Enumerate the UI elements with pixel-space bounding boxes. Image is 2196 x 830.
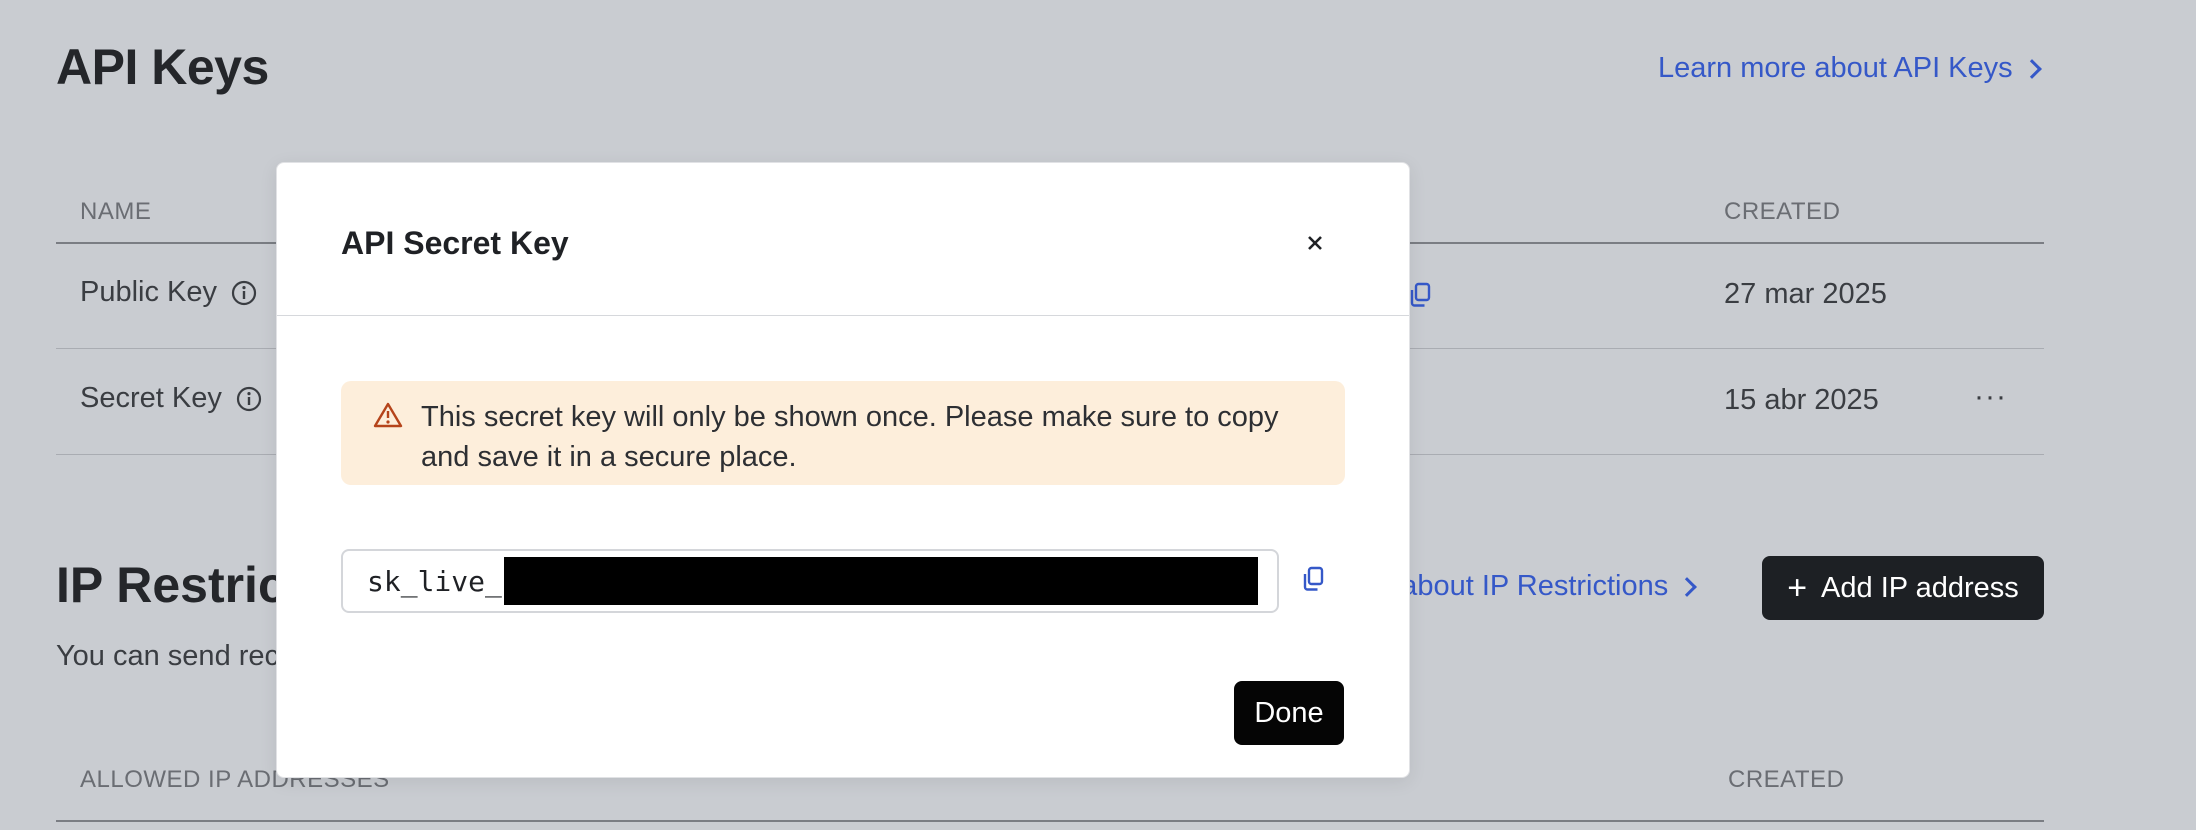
column-header-created: CREATED bbox=[1728, 766, 1845, 793]
page-background: API Keys Learn more about API Keys NAME … bbox=[0, 0, 2196, 830]
info-icon[interactable] bbox=[231, 280, 257, 306]
close-icon bbox=[1305, 233, 1325, 258]
add-ip-address-button[interactable]: + Add IP address bbox=[1762, 556, 2044, 620]
learn-more-api-keys-label: Learn more about API Keys bbox=[1658, 52, 2013, 84]
more-icon[interactable]: ··· bbox=[1974, 380, 2007, 414]
info-icon[interactable] bbox=[236, 386, 262, 412]
modal-header: API Secret Key bbox=[277, 163, 1409, 316]
chevron-right-icon bbox=[1677, 576, 1698, 597]
chevron-right-icon bbox=[2021, 58, 2042, 79]
learn-more-ip-label: e about IP Restrictions bbox=[1377, 570, 1669, 602]
modal-title: API Secret Key bbox=[341, 225, 569, 261]
redacted-key-value bbox=[503, 557, 1258, 605]
key-name: Public Key bbox=[80, 276, 218, 308]
close-button[interactable] bbox=[1295, 225, 1335, 265]
page-title: API Keys bbox=[56, 39, 269, 95]
secret-key-modal: API Secret Key This secret key will only… bbox=[276, 162, 1410, 778]
warning-text: This secret key will only be shown once.… bbox=[421, 401, 1279, 473]
created-date: 27 mar 2025 bbox=[1724, 278, 1887, 310]
add-ip-address-label: Add IP address bbox=[1821, 571, 2019, 604]
learn-more-api-keys-link[interactable]: Learn more about API Keys bbox=[1658, 52, 2042, 85]
ip-restrictions-title: IP Restric bbox=[56, 557, 286, 613]
secret-key-field[interactable]: sk_live_ bbox=[341, 549, 1279, 613]
warning-icon bbox=[373, 401, 403, 434]
copy-icon[interactable] bbox=[1301, 566, 1325, 597]
copy-icon[interactable] bbox=[1408, 282, 1432, 308]
column-header-created: CREATED bbox=[1724, 198, 1841, 225]
ip-restrictions-description: You can send rec bbox=[56, 640, 280, 672]
key-name-cell: Secret Key bbox=[80, 382, 262, 415]
key-name: Secret Key bbox=[80, 382, 222, 414]
done-button[interactable]: Done bbox=[1234, 681, 1344, 745]
key-name-cell: Public Key bbox=[80, 276, 257, 309]
learn-more-ip-restrictions-link[interactable]: e about IP Restrictions bbox=[1377, 570, 1698, 603]
created-date: 15 abr 2025 bbox=[1724, 384, 1879, 416]
plus-icon: + bbox=[1787, 569, 1808, 607]
secret-key-prefix: sk_live_ bbox=[367, 564, 502, 598]
column-header-name: NAME bbox=[80, 198, 152, 225]
warning-alert: This secret key will only be shown once.… bbox=[341, 381, 1345, 485]
copy-public-key-cell bbox=[1408, 282, 1432, 308]
